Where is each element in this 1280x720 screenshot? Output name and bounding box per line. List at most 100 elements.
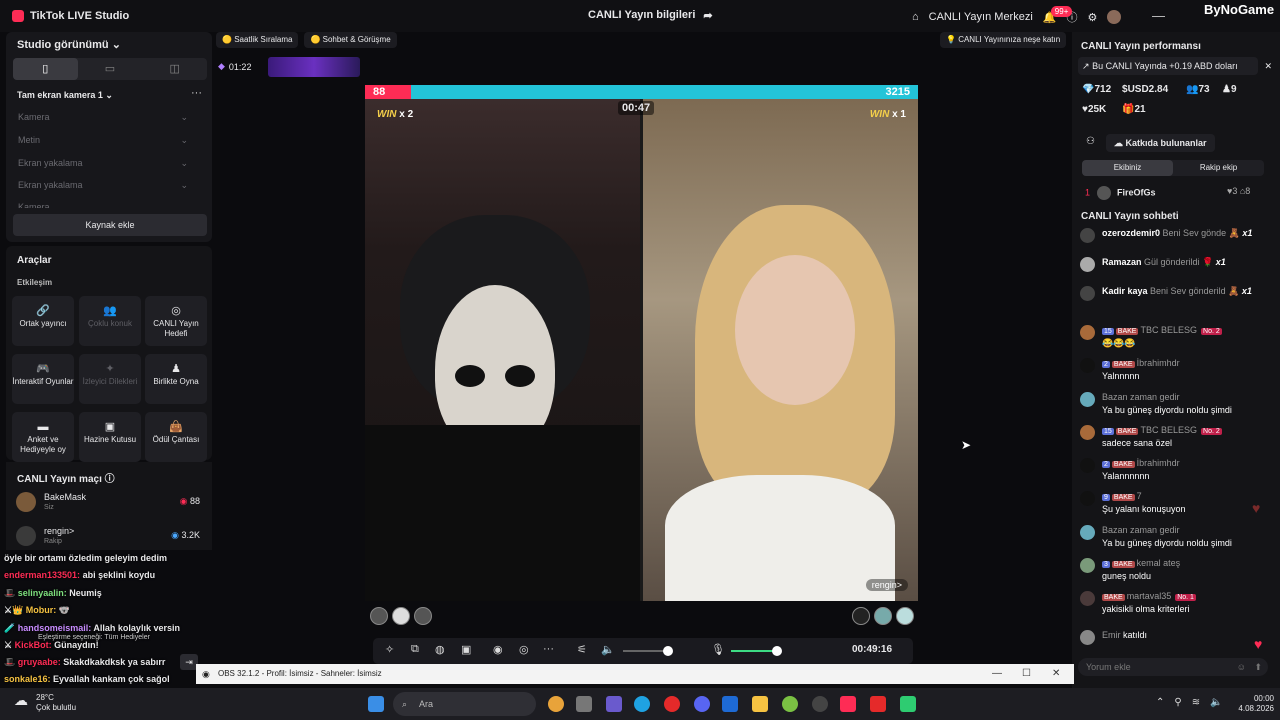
tool-poll[interactable]: ▬ Anket ve Hediyeyle oy [12, 412, 74, 462]
avatar [1080, 425, 1095, 440]
windows-start-icon[interactable] [368, 696, 384, 712]
avatar [1080, 525, 1095, 540]
avatar[interactable] [392, 607, 410, 625]
close-icon[interactable]: ✕ [1052, 664, 1060, 684]
close-icon[interactable]: ✕ [1264, 57, 1272, 75]
avatar[interactable] [874, 607, 892, 625]
tool-live-goal[interactable]: ◎ CANLI Yayın Hedefi [145, 296, 207, 346]
source-item[interactable]: Kamera ⌄ [18, 112, 188, 123]
mic-volume-knob[interactable] [772, 646, 782, 656]
settings-sliders-icon[interactable]: ⚟ [577, 643, 587, 656]
mic-volume-slider[interactable] [731, 650, 773, 652]
tab-opponent-team[interactable]: Rakip ekip [1173, 160, 1264, 176]
avatar[interactable] [414, 607, 432, 625]
teams-icon[interactable] [606, 696, 622, 712]
avatar[interactable] [1107, 10, 1122, 24]
tool-treasure-box[interactable]: ▣ Hazine Kutusu [79, 412, 141, 462]
overlay-chat-line: enderman133501: abi şeklini koydu [4, 570, 156, 580]
maximize-icon[interactable]: ☐ [1022, 664, 1031, 684]
filter-icon[interactable]: ◍ [435, 643, 445, 656]
discord-icon[interactable] [694, 696, 710, 712]
send-icon[interactable]: ⬆ [1254, 658, 1262, 676]
taskview-icon[interactable] [576, 696, 592, 712]
emoji-icon[interactable]: ☺ [1237, 658, 1246, 676]
event-banner[interactable] [268, 57, 360, 77]
chevron-up-icon[interactable]: ⌃ [1156, 697, 1164, 708]
chrome-icon[interactable] [548, 696, 564, 712]
bell-icon[interactable]: 🔔 99+ [1043, 5, 1073, 24]
source-item[interactable]: Metin ⌄ [18, 135, 188, 146]
tool-reward-bag[interactable]: 👜 Ödül Çantası [145, 412, 207, 462]
more-icon[interactable]: ··· [191, 87, 202, 99]
mail-icon[interactable] [722, 696, 738, 712]
speaker-volume-slider[interactable] [623, 650, 668, 652]
tool-play-together[interactable]: ♟ Birlikte Oyna [145, 354, 207, 404]
tool-interactive-games[interactable]: 🎮 İnteraktif Oyunlar [12, 354, 74, 404]
studio-view-dropdown[interactable]: Studio görünümü ⌄ [17, 38, 121, 51]
hourly-ranking-pill[interactable]: 🟡 Saatlik Sıralama [216, 32, 299, 48]
source-item[interactable]: Ekran yakalama ⌄ [18, 158, 188, 169]
taskbar-search[interactable]: ⌕ Ara [393, 692, 536, 716]
chat-call-pill[interactable]: 🟡 Sohbet & Görüşme [304, 32, 397, 48]
source-item[interactable]: Kamera [18, 202, 188, 208]
tool-cohost[interactable]: 🔗 Ortak yayıncı [12, 296, 74, 346]
live-center-link[interactable]: CANLI Yayın Merkezi [929, 11, 1033, 23]
overlay-chat-line: 🧪 handsomeismail: Allah kolaylık versin [4, 623, 180, 633]
help-icon[interactable]: ⓘ [105, 474, 115, 485]
clip-icon[interactable]: ◎ [519, 643, 529, 656]
tool-multiguest[interactable]: 👥 Çoklu konuk [79, 296, 141, 346]
minimize-icon[interactable]: — [992, 664, 1002, 684]
avatar[interactable] [896, 607, 914, 625]
host-body [365, 425, 640, 601]
record-icon[interactable]: ◉ [493, 643, 503, 656]
avatar [1080, 286, 1095, 301]
tool-viewer-wishes[interactable]: ✦ İzleyici Dilekleri [79, 354, 141, 404]
weather-widget[interactable]: ☁ 28°C Çok bulutlu [14, 693, 76, 713]
opponent-name-tag[interactable]: rengin> [865, 579, 908, 591]
app-icon[interactable] [900, 696, 916, 712]
contributors-button[interactable]: ☁ Katkıda bulunanlar [1106, 134, 1215, 152]
mic-icon[interactable]: 🎙 [711, 643, 725, 656]
source-item[interactable]: Ekran yakalama ⌄ [18, 180, 188, 191]
home-icon[interactable]: ⌂ [912, 11, 919, 23]
poll-icon: ▬ [37, 421, 49, 433]
landscape-icon[interactable]: ▭ [78, 58, 143, 80]
wifi-icon[interactable]: ≋ [1192, 697, 1200, 708]
minimize-icon[interactable]: — [1152, 8, 1165, 23]
speaker-icon[interactable]: 🔈 [601, 643, 615, 656]
more-icon[interactable]: ··· [543, 643, 554, 655]
gamepad-icon: 🎮 [36, 363, 50, 375]
match-sub: Siz [44, 504, 54, 511]
tiktok-logo-icon [12, 10, 24, 22]
chrome-alt-icon[interactable] [782, 696, 798, 712]
live-info-label: CANLI Yayın bilgileri [588, 9, 696, 21]
portrait-icon[interactable]: ▯ [13, 58, 78, 80]
effects-icon[interactable]: ✧ [385, 643, 394, 656]
youtube-icon[interactable] [870, 696, 886, 712]
top-contributor-row: 1 FireOfGs ♥3 ⌂8 [1085, 186, 1267, 200]
avatar[interactable] [370, 607, 388, 625]
match-sub: Rakip [44, 538, 62, 545]
folder-icon[interactable] [752, 696, 768, 712]
speaker-volume-knob[interactable] [663, 646, 673, 656]
opera-icon[interactable] [664, 696, 680, 712]
add-source-button[interactable]: Kaynak ekle [13, 214, 207, 236]
clock[interactable]: 00:00 4.08.2026 [1234, 694, 1274, 714]
live-info-button[interactable]: CANLI Yayın bilgileri ➦ [588, 9, 713, 22]
layout-icon[interactable]: ◫ [142, 58, 207, 80]
edge-icon[interactable] [634, 696, 650, 712]
volume-icon[interactable]: 🔈 [1210, 697, 1222, 708]
gear-icon[interactable]: ⚙ [1088, 11, 1098, 24]
network-icon[interactable]: ⚲ [1174, 697, 1181, 708]
live-controls: ✧ ⧉ ◍ ▣ ◉ ◎ ··· ⚟ 🔈 🎙 [373, 638, 913, 664]
fun-pill[interactable]: 💡 CANLI Yayınınıza neşe katın [940, 32, 1067, 48]
comment-input[interactable]: Yorum ekle ☺ ⬆ [1078, 658, 1268, 676]
screen-icon[interactable]: ▣ [461, 643, 471, 656]
crop-icon[interactable]: ⧉ [411, 643, 419, 656]
scene-dropdown[interactable]: Tam ekran kamera 1 ⌄ [17, 90, 113, 101]
avatar[interactable] [852, 607, 870, 625]
obs-taskbar-icon[interactable] [812, 696, 828, 712]
tab-your-team[interactable]: Ekibiniz [1082, 160, 1173, 176]
win-streak-left: WIN x 2 [377, 109, 414, 120]
tiktok-taskbar-icon[interactable] [840, 696, 856, 712]
